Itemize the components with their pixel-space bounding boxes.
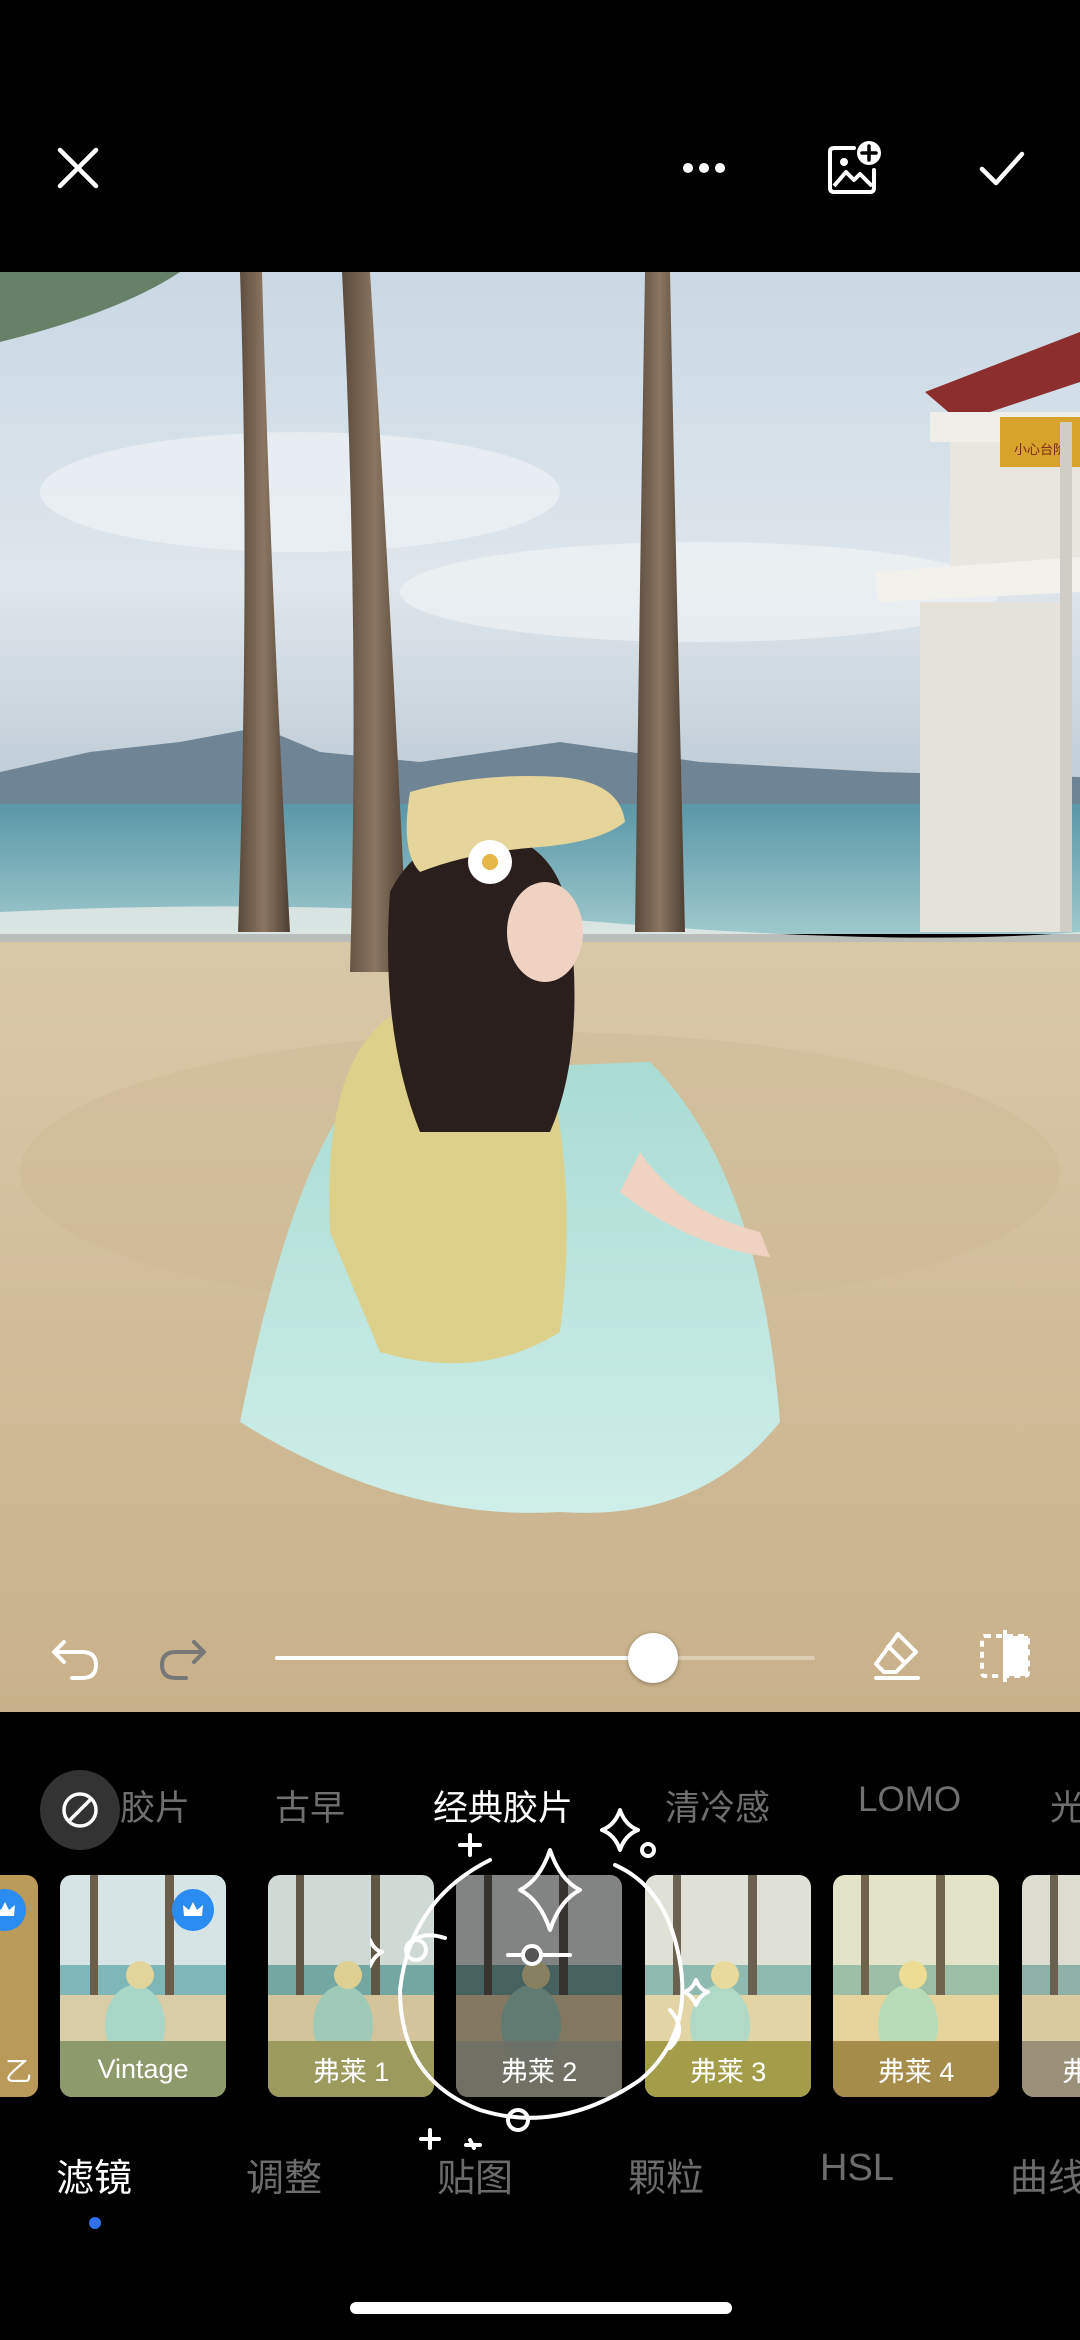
filter-thumbnail-strip: 乙 Vintage 弗莱 1 弗莱 2 弗莱 3 弗莱 4 弗 bbox=[0, 1875, 1080, 2097]
filter-thumb-fry-3[interactable]: 弗莱 3 bbox=[645, 1875, 811, 2097]
add-image-button[interactable] bbox=[814, 128, 894, 208]
filter-thumb-fry-4[interactable]: 弗莱 4 bbox=[833, 1875, 999, 2097]
slider-thumb[interactable] bbox=[628, 1633, 678, 1683]
confirm-button[interactable] bbox=[962, 128, 1042, 208]
category-lomo[interactable]: LOMO bbox=[858, 1780, 961, 1820]
close-icon bbox=[57, 147, 99, 189]
undo-button[interactable] bbox=[40, 1620, 110, 1690]
redo-icon bbox=[159, 1640, 206, 1680]
home-indicator[interactable] bbox=[350, 2302, 732, 2314]
photo-editor-screen: 小心台阶 胶片 古早 经典胶片 清冷感 LOMO 光 乙 Vintage 弗莱 … bbox=[0, 0, 1080, 2340]
tab-adjust[interactable]: 调整 bbox=[246, 2147, 322, 2202]
no-filter-button[interactable] bbox=[40, 1770, 120, 1850]
tab-grain[interactable]: 颗粒 bbox=[628, 2147, 704, 2202]
check-icon bbox=[979, 151, 1025, 186]
filter-thumb-fry-1[interactable]: 弗莱 1 bbox=[268, 1875, 434, 2097]
photo-canvas[interactable]: 小心台阶 bbox=[0, 272, 1080, 1712]
warning-sign-text: 小心台阶 bbox=[1014, 443, 1066, 458]
filter-label: Vintage bbox=[60, 2041, 226, 2097]
category-light[interactable]: 光 bbox=[1050, 1780, 1080, 1831]
filter-category-row: 胶片 古早 经典胶片 清冷感 LOMO 光 bbox=[0, 1770, 1080, 1850]
adjust-intensity-icon[interactable] bbox=[504, 1935, 574, 1975]
compare-icon bbox=[980, 1630, 1030, 1682]
filter-thumb-vintage[interactable]: Vintage bbox=[60, 1875, 226, 2097]
category-cool-tone[interactable]: 清冷感 bbox=[665, 1780, 770, 1831]
close-button[interactable] bbox=[38, 128, 118, 208]
tab-curves[interactable]: 曲线 bbox=[1010, 2147, 1080, 2202]
filter-thumb-fry-2[interactable]: 弗莱 2 bbox=[456, 1875, 622, 2097]
filter-label: 弗莱 3 bbox=[645, 2041, 811, 2097]
category-film[interactable]: 胶片 bbox=[120, 1780, 190, 1831]
redo-button[interactable] bbox=[148, 1620, 218, 1690]
filter-label: 弗 bbox=[1022, 2041, 1080, 2097]
tab-stickers[interactable]: 贴图 bbox=[437, 2147, 513, 2202]
bottom-tab-bar: 滤镜 调整 贴图 颗粒 HSL 曲线 bbox=[0, 2135, 1080, 2245]
crown-icon bbox=[0, 1889, 26, 1931]
eraser-icon bbox=[874, 1632, 920, 1680]
filter-thumb-partial-right[interactable]: 弗 bbox=[1022, 1875, 1080, 2097]
undo-icon bbox=[52, 1640, 99, 1680]
tab-hsl[interactable]: HSL bbox=[820, 2147, 894, 2190]
add-image-icon bbox=[828, 141, 881, 194]
filter-label: 弗莱 2 bbox=[456, 2041, 622, 2097]
no-filter-icon bbox=[62, 1792, 98, 1828]
filter-label: 弗莱 4 bbox=[833, 2041, 999, 2097]
intensity-slider[interactable] bbox=[275, 1633, 815, 1683]
more-icon bbox=[683, 163, 725, 173]
eraser-button[interactable] bbox=[862, 1620, 932, 1690]
more-button[interactable] bbox=[664, 128, 744, 208]
beach-photo: 小心台阶 bbox=[0, 272, 1080, 1712]
top-toolbar bbox=[0, 0, 1080, 272]
filter-label: 乙 bbox=[5, 2056, 32, 2087]
filter-label: 弗莱 1 bbox=[268, 2041, 434, 2097]
category-retro[interactable]: 古早 bbox=[275, 1780, 345, 1831]
active-tab-indicator bbox=[89, 2217, 101, 2229]
filter-thumb-partial-left[interactable]: 乙 bbox=[0, 1875, 38, 2097]
crown-icon bbox=[172, 1889, 214, 1931]
compare-button[interactable] bbox=[970, 1620, 1040, 1690]
tab-filter[interactable]: 滤镜 bbox=[56, 2147, 132, 2202]
slider-fill bbox=[275, 1656, 653, 1660]
category-classic-film[interactable]: 经典胶片 bbox=[433, 1780, 573, 1831]
